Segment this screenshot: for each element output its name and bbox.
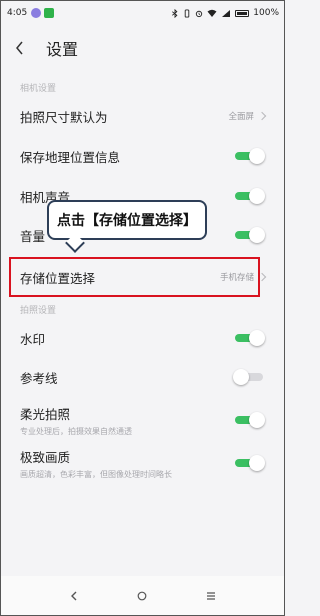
camera-sound-toggle[interactable] bbox=[233, 188, 265, 204]
nav-back-icon bbox=[71, 591, 77, 601]
ultra-quality-label: 极致画质 bbox=[20, 449, 71, 465]
notification-message-icon bbox=[44, 8, 55, 18]
storage-location-highlight bbox=[9, 257, 260, 297]
soft-light-label: 柔光拍照 bbox=[20, 406, 71, 422]
gridlines-toggle[interactable] bbox=[233, 369, 265, 385]
save-location-info-toggle[interactable] bbox=[233, 148, 265, 164]
ultra-quality-text: 极致画质 画质超清，色彩丰富，但图像处理时间略长 bbox=[20, 447, 172, 480]
alarm-icon bbox=[196, 10, 203, 17]
save-location-info-label: 保存地理位置信息 bbox=[20, 149, 121, 165]
back-button[interactable] bbox=[0, 30, 40, 66]
soft-light-description: 专业处理后，拍摄效果自然通透 bbox=[20, 426, 132, 436]
row-watermark[interactable]: 水印 bbox=[0, 325, 285, 351]
nav-menu-button[interactable] bbox=[196, 581, 226, 611]
photo-size-value-text: 全面屏 bbox=[228, 112, 254, 122]
section-camera-settings: 相机设置 bbox=[20, 84, 57, 94]
app-bar: 设置 bbox=[0, 30, 285, 66]
row-ultra-quality[interactable]: 极致画质 画质超清，色彩丰富，但图像处理时间略长 bbox=[0, 445, 285, 481]
back-arrow-icon bbox=[16, 41, 23, 55]
instruction-text: 点击【存储位置选择】 bbox=[57, 213, 197, 229]
bluetooth-icon bbox=[172, 8, 178, 18]
watermark-label: 水印 bbox=[20, 331, 46, 347]
notification-app-icon bbox=[31, 8, 42, 18]
status-time: 4:05 bbox=[7, 8, 28, 18]
wifi-icon bbox=[207, 9, 217, 17]
page-title: 设置 bbox=[46, 40, 79, 59]
section-photo-settings: 拍照设置 bbox=[20, 306, 57, 316]
row-photo-size[interactable]: 拍照尺寸默认为 全面屏 bbox=[0, 103, 285, 129]
photo-size-value: 全面屏 bbox=[228, 110, 267, 122]
signal-icon bbox=[222, 9, 231, 17]
navigation-bar bbox=[0, 576, 285, 616]
soft-light-text: 柔光拍照 专业处理后，拍摄效果自然通透 bbox=[20, 404, 132, 437]
nav-menu-icon bbox=[206, 592, 215, 600]
status-icons: 100% bbox=[171, 8, 279, 18]
nav-back-button[interactable] bbox=[59, 581, 89, 611]
volume-key-label: 音量 bbox=[20, 228, 46, 244]
gridlines-label: 参考线 bbox=[20, 370, 58, 386]
nav-home-button[interactable] bbox=[127, 581, 157, 611]
battery-percent: 100% bbox=[253, 8, 279, 18]
vibrate-icon bbox=[185, 8, 190, 18]
row-save-location-info[interactable]: 保存地理位置信息 bbox=[0, 143, 285, 169]
watermark-toggle[interactable] bbox=[233, 330, 265, 346]
chevron-right-icon bbox=[257, 111, 267, 121]
volume-key-toggle[interactable] bbox=[233, 227, 265, 243]
soft-light-toggle[interactable] bbox=[233, 412, 265, 428]
row-soft-light[interactable]: 柔光拍照 专业处理后，拍摄效果自然通透 bbox=[0, 402, 285, 438]
photo-size-label: 拍照尺寸默认为 bbox=[20, 109, 108, 125]
instruction-callout: 点击【存储位置选择】 bbox=[47, 200, 207, 240]
ultra-quality-toggle[interactable] bbox=[233, 455, 265, 471]
row-gridlines[interactable]: 参考线 bbox=[0, 364, 285, 390]
nav-home-icon bbox=[138, 591, 147, 601]
ultra-quality-description: 画质超清，色彩丰富，但图像处理时间略长 bbox=[20, 469, 172, 479]
status-bar: 4:05 100% bbox=[0, 0, 285, 26]
battery-icon bbox=[235, 9, 250, 17]
